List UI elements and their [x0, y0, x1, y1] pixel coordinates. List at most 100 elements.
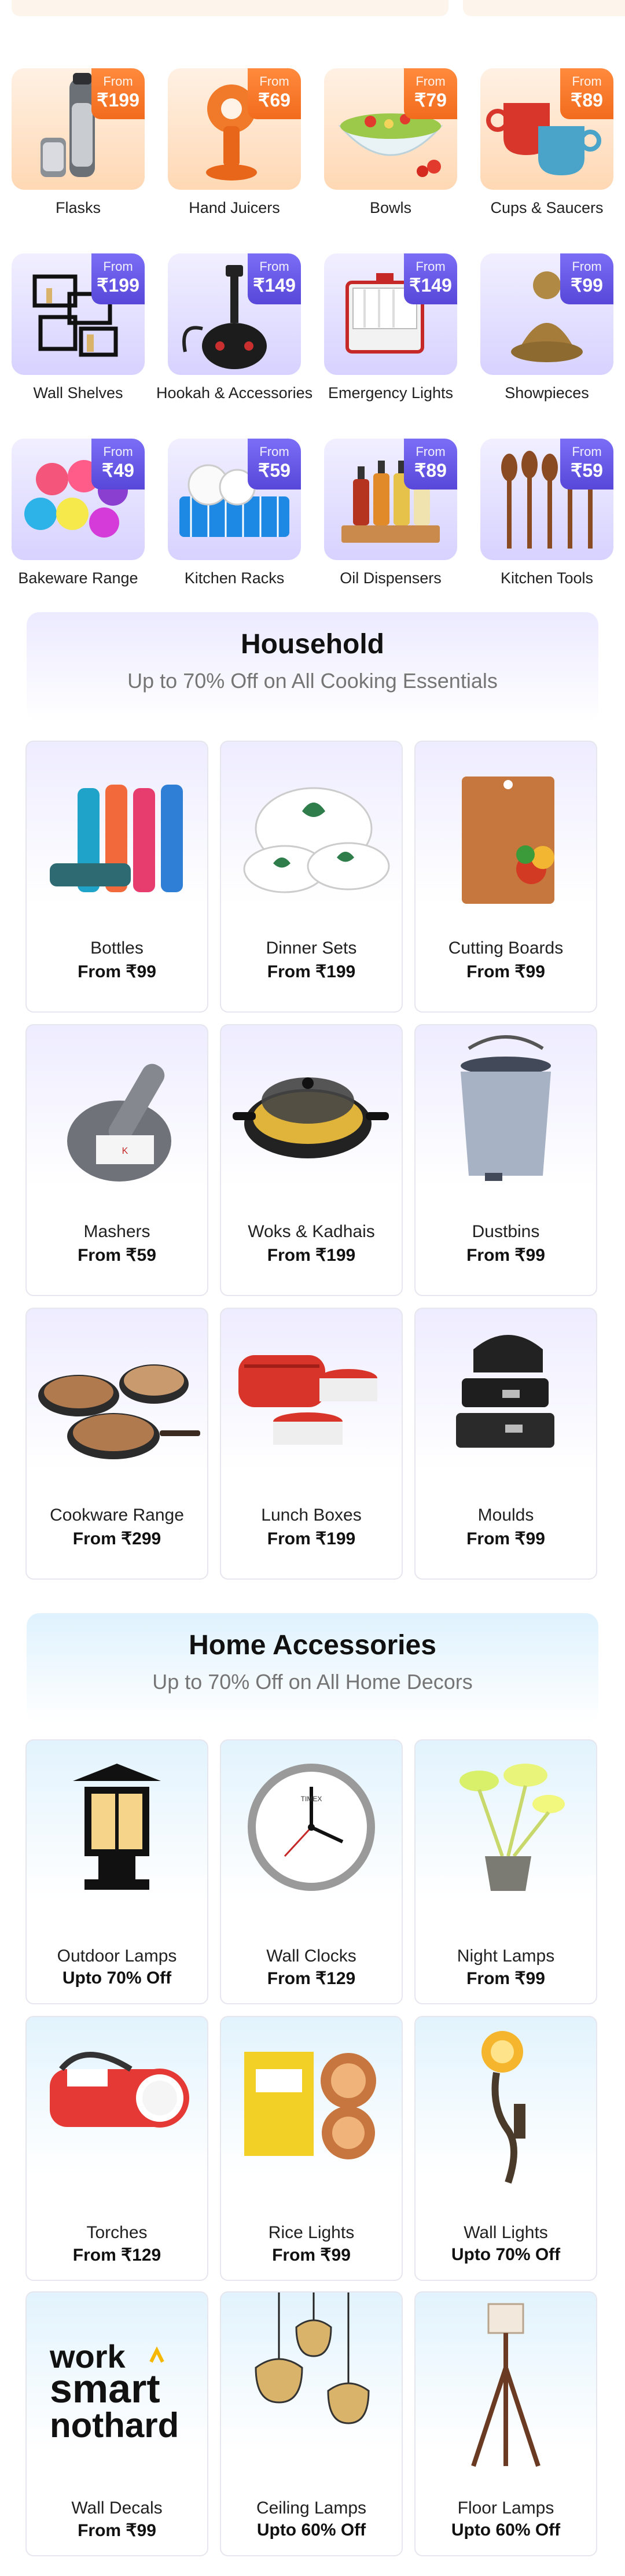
rice-lights-icon — [244, 2052, 376, 2159]
floor-lamp-icon — [471, 2303, 541, 2467]
household-card-dinner-sets[interactable]: Dinner Sets From ₹199 — [220, 741, 403, 1013]
category-label: Bowls — [369, 199, 412, 216]
dinner-set-icon — [243, 787, 390, 893]
card-title: Moulds — [477, 1506, 534, 1525]
price-badge: From ₹59 — [248, 439, 301, 490]
category-kitchen-tools[interactable]: From ₹59 Kitchen Tools — [469, 439, 625, 618]
household-card-woks[interactable]: Woks & Kadhais From ₹199 — [220, 1024, 403, 1296]
category-label: Flasks — [55, 199, 101, 216]
ceiling-lamp-icon — [255, 2292, 370, 2424]
price-badge: From ₹69 — [248, 68, 301, 119]
card-title: Bottles — [90, 939, 144, 958]
section-subtitle: Up to 70% Off on All Home Decors — [152, 1670, 473, 1694]
card-price: Upto 60% Off — [256, 2520, 366, 2540]
category-kitchen-racks[interactable]: From ₹59 Kitchen Racks — [156, 439, 312, 618]
accessory-card-wall-decals[interactable]: work smart nothard Wall Decals From ₹99 — [25, 2291, 208, 2556]
card-price: Upto 70% Off — [62, 1968, 172, 1988]
category-tile: From ₹149 — [168, 253, 301, 375]
accessory-card-torches[interactable]: Torches From ₹129 — [25, 2016, 208, 2281]
masher-icon: K — [67, 1063, 171, 1182]
card-price: From ₹199 — [267, 962, 356, 981]
card-price: From ₹99 — [466, 1969, 545, 1988]
accessory-card-wall-lights[interactable]: Wall Lights Upto 70% Off — [414, 2016, 597, 2281]
lunch-box-icon — [238, 1355, 377, 1445]
category-oil-dispensers[interactable]: From ₹89 Oil Dispensers — [312, 439, 469, 618]
category-label: Oil Dispensers — [340, 569, 442, 587]
price-badge: From ₹199 — [91, 253, 145, 304]
category-flasks[interactable]: From ₹199 Flasks — [0, 68, 156, 248]
accessory-card-outdoor-lamps[interactable]: Outdoor Lamps Upto 70% Off — [25, 1739, 208, 2004]
section-title: Household — [241, 629, 384, 660]
category-emergency-lights[interactable]: From ₹149 Emergency Lights — [312, 253, 469, 433]
card-title: Dustbins — [472, 1222, 540, 1241]
previous-banner-strip — [0, 0, 625, 17]
category-tile: From ₹199 — [12, 68, 145, 190]
category-bowls[interactable]: From ₹79 Bowls — [312, 68, 469, 248]
night-lamp-icon — [459, 1764, 565, 1891]
category-hand-juicers[interactable]: From ₹69 Hand Juicers — [156, 68, 312, 248]
price-badge: From ₹89 — [560, 68, 613, 119]
previous-card-left[interactable] — [12, 0, 448, 16]
household-card-dustbins[interactable]: Dustbins From ₹99 — [414, 1024, 597, 1296]
card-price: From ₹99 — [466, 1529, 545, 1548]
card-title: Dinner Sets — [266, 939, 357, 958]
card-title: Night Lamps — [457, 1946, 555, 1966]
card-title: Floor Lamps — [457, 2498, 554, 2518]
household-card-lunch-boxes[interactable]: Lunch Boxes From ₹199 — [220, 1308, 403, 1580]
card-price: From ₹199 — [267, 1529, 356, 1548]
outdoor-lamp-icon — [73, 1764, 161, 1890]
price-badge: From ₹79 — [404, 68, 457, 119]
category-tile: From ₹99 — [480, 253, 613, 375]
home-accessories-header: Home Accessories Up to 70% Off on All Ho… — [27, 1613, 598, 1723]
card-price: From ₹129 — [72, 2246, 161, 2265]
category-tile: From ₹149 — [324, 253, 457, 375]
section-subtitle: Up to 70% Off on All Cooking Essentials — [127, 669, 498, 693]
household-card-moulds[interactable]: Moulds From ₹99 — [414, 1308, 597, 1580]
category-tile: From ₹79 — [324, 68, 457, 190]
torch-icon — [50, 2052, 189, 2128]
wall-decal-icon: work smart nothard — [49, 2338, 179, 2445]
card-title: Torches — [86, 2223, 148, 2242]
card-title: Lunch Boxes — [261, 1506, 362, 1525]
price-badge: From ₹149 — [404, 253, 457, 304]
accessory-card-ceiling-lamps[interactable]: Ceiling Lamps Upto 60% Off — [220, 2291, 403, 2556]
price-badge: From ₹59 — [560, 439, 613, 490]
svg-text:nothard: nothard — [50, 2406, 179, 2445]
previous-card-right[interactable] — [463, 0, 625, 16]
card-title: Woks & Kadhais — [248, 1222, 375, 1241]
category-tile: From ₹69 — [168, 68, 301, 190]
card-price: From ₹59 — [78, 1246, 156, 1265]
card-price: Upto 70% Off — [451, 2245, 561, 2264]
wok-icon — [233, 1077, 389, 1158]
category-label: Wall Shelves — [33, 384, 123, 402]
household-card-bottles[interactable]: Bottles From ₹99 — [25, 741, 208, 1013]
price-badge: From ₹199 — [91, 68, 145, 119]
category-label: Cups & Saucers — [490, 199, 604, 216]
mould-icon — [456, 1335, 554, 1448]
category-wall-shelves[interactable]: From ₹199 Wall Shelves — [0, 253, 156, 433]
card-price: From ₹99 — [78, 2521, 156, 2540]
bottles-icon — [50, 785, 183, 892]
category-tile: From ₹89 — [324, 439, 457, 560]
accessory-card-wall-clocks[interactable]: TIMEX Wall Clocks From ₹129 — [220, 1739, 403, 2004]
household-card-cutting-boards[interactable]: Cutting Boards From ₹99 — [414, 741, 597, 1013]
card-title: Cookware Range — [50, 1506, 184, 1525]
cookware-icon — [38, 1364, 200, 1459]
card-price: From ₹99 — [78, 962, 156, 981]
accessory-card-night-lamps[interactable]: Night Lamps From ₹99 — [414, 1739, 597, 2004]
category-cups-saucers[interactable]: From ₹89 Cups & Saucers — [469, 68, 625, 248]
accessory-card-floor-lamps[interactable]: Floor Lamps Upto 60% Off — [414, 2291, 597, 2556]
accessory-card-rice-lights[interactable]: Rice Lights From ₹99 — [220, 2016, 403, 2281]
card-price: From ₹99 — [466, 1246, 545, 1265]
card-price: From ₹129 — [267, 1969, 356, 1988]
card-price: From ₹99 — [466, 962, 545, 981]
dustbin-icon — [461, 1035, 551, 1181]
household-card-cookware[interactable]: Cookware Range From ₹299 — [25, 1308, 208, 1580]
household-card-mashers[interactable]: K Mashers From ₹59 — [25, 1024, 208, 1296]
card-price: From ₹99 — [272, 2246, 351, 2265]
price-badge: From ₹149 — [248, 253, 301, 304]
cutting-board-icon — [462, 777, 554, 904]
category-bakeware[interactable]: From ₹49 Bakeware Range — [0, 439, 156, 618]
category-hookah[interactable]: From ₹149 Hookah & Accessories — [156, 253, 312, 433]
category-showpieces[interactable]: From ₹99 Showpieces — [469, 253, 625, 433]
